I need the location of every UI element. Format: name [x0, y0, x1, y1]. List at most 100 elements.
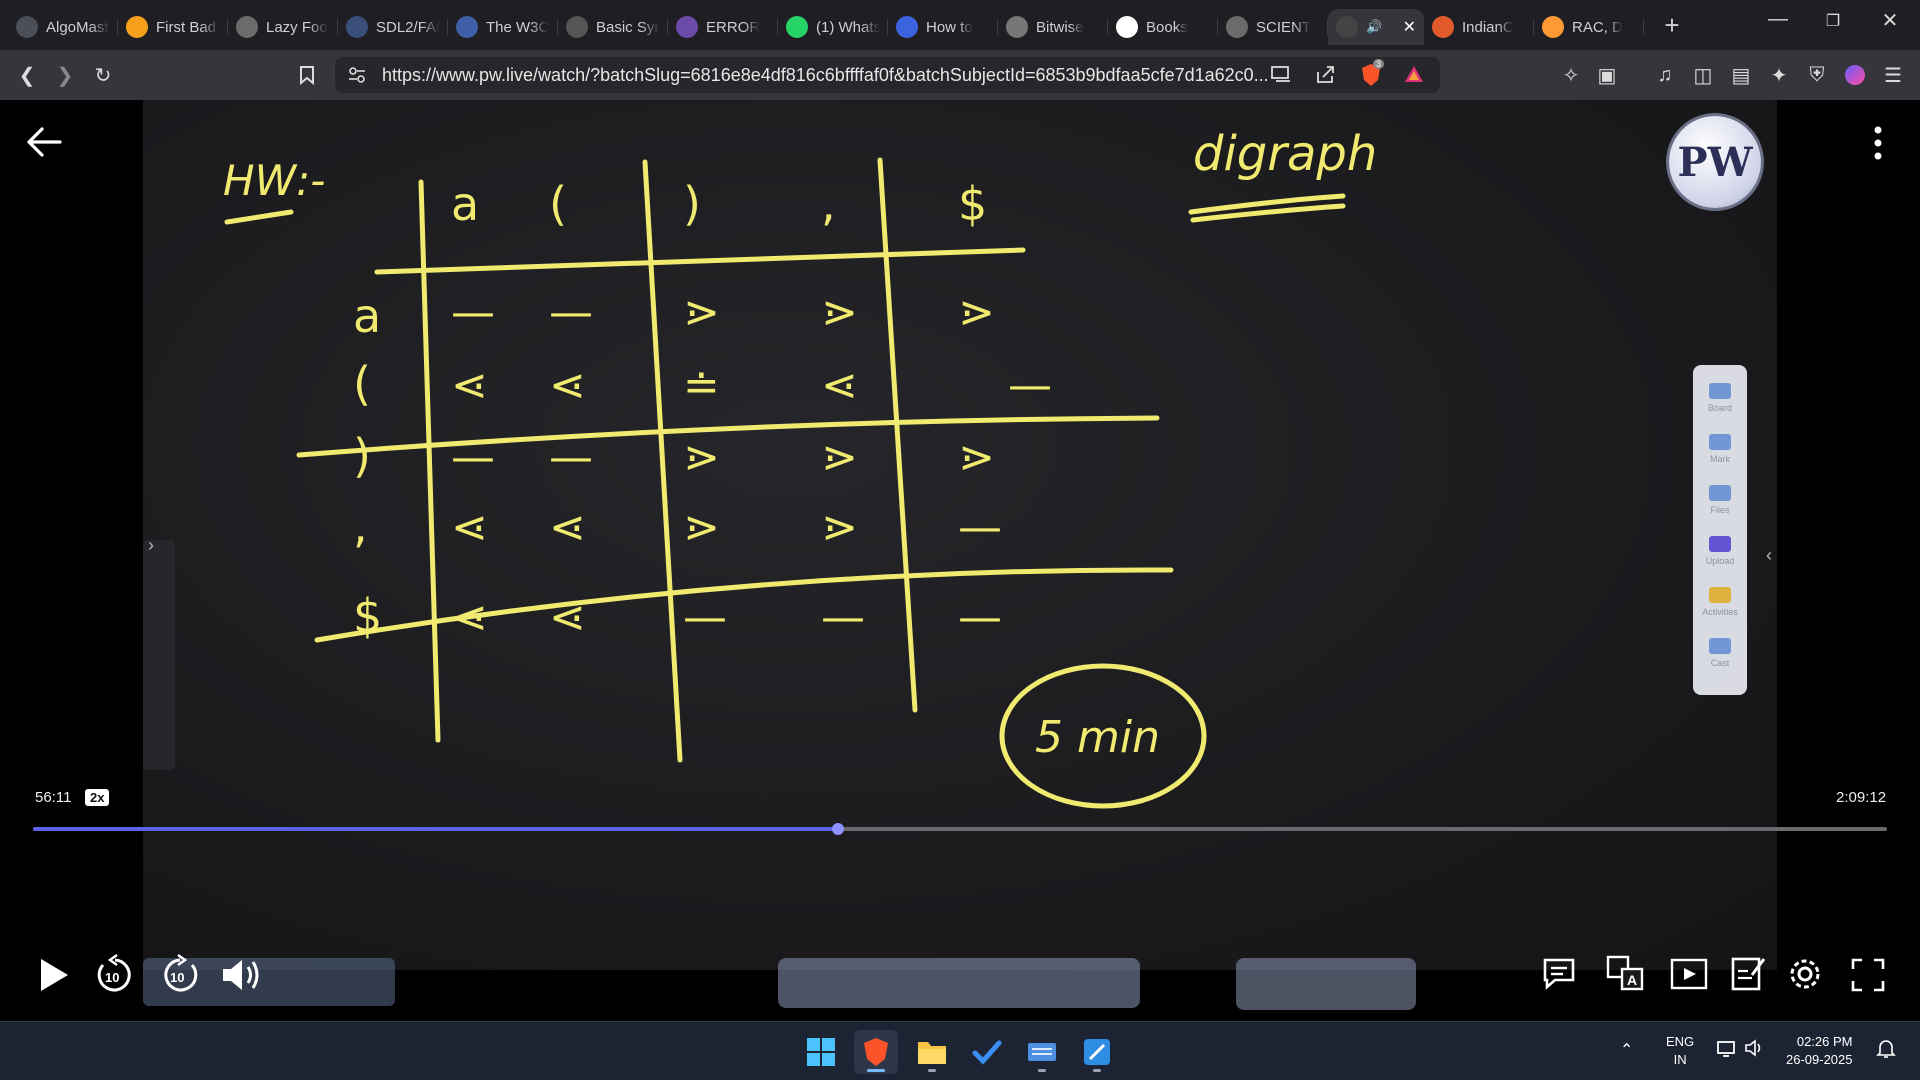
total-duration: 2:09:12 — [1836, 789, 1887, 806]
precedence-cell: ⋖ — [821, 360, 858, 411]
taskbar-paint[interactable] — [1075, 1030, 1119, 1074]
board-extra-toolbar — [1236, 958, 1416, 1010]
browser-tab[interactable]: AlgoMaster — [8, 9, 118, 45]
tab-title: AlgoMaster — [46, 18, 110, 36]
browser-tab[interactable]: RAC, D — [1534, 9, 1644, 45]
notification-bell-icon[interactable] — [1876, 1038, 1896, 1065]
board-left-drawer[interactable] — [143, 540, 175, 770]
precedence-cell: — — [958, 592, 1002, 643]
browser-tab[interactable]: How to — [888, 9, 998, 45]
paint-icon — [1084, 1039, 1110, 1065]
more-options-icon[interactable] — [1868, 124, 1888, 164]
precedence-cell: — — [451, 432, 495, 483]
cast-icon[interactable] — [1270, 64, 1292, 89]
side-tool-upload[interactable]: Upload — [1693, 536, 1747, 587]
side-tool-activities[interactable]: Activities — [1693, 587, 1747, 638]
browser-tab[interactable]: Lazy Foo — [228, 9, 338, 45]
chevron-left-icon[interactable]: ‹ — [1766, 545, 1772, 566]
side-tool-mark[interactable]: Mark — [1693, 434, 1747, 485]
browser-tab[interactable]: IndianC — [1424, 9, 1534, 45]
progress-scrubber[interactable] — [831, 823, 844, 835]
speaker-icon[interactable] — [1744, 1038, 1766, 1063]
leo-ai-icon[interactable]: ✦ — [1764, 60, 1794, 90]
rewind-10-button[interactable]: 10 — [95, 953, 135, 997]
windows-start-button[interactable] — [799, 1030, 843, 1074]
browser-tab[interactable]: Books — [1108, 9, 1218, 45]
markdown-icon — [566, 16, 588, 38]
tab-audio-icon[interactable]: 🔊 — [1366, 19, 1382, 35]
precedence-cell: ⋗ — [683, 432, 720, 483]
taskbar-todo[interactable] — [965, 1030, 1009, 1074]
playback-speed-button[interactable]: 2x — [85, 789, 110, 806]
reader-mode-icon[interactable]: ▣ — [1592, 60, 1622, 90]
progress-bar[interactable] — [33, 823, 1887, 835]
browser-tab[interactable]: Bitwise — [998, 9, 1108, 45]
side-tool-label: Board — [1707, 403, 1733, 413]
media-icon[interactable]: ♫ — [1650, 60, 1680, 90]
picture-in-picture-button[interactable] — [1670, 957, 1710, 993]
taskbar-brave[interactable] — [854, 1030, 898, 1074]
algomaster-icon — [16, 16, 38, 38]
fullscreen-button[interactable] — [1850, 957, 1886, 993]
browser-tab[interactable]: SDL2/FAQ — [338, 9, 448, 45]
notes-button[interactable] — [1730, 953, 1768, 993]
tray-overflow-icon[interactable]: ⌃ — [1620, 1040, 1633, 1060]
forward-nav-icon[interactable]: ❯ — [50, 60, 80, 90]
video-player[interactable]: HW:- digraph a (), $ a (), $ — — ⋗ ⋗ ⋗ ⋖ ⋖ ≐ ⋖ — — — ⋗ ⋗ ⋗ ⋖… — [0, 100, 1920, 1021]
brave-rewards-icon[interactable] — [1403, 64, 1425, 89]
forward-10-button[interactable]: 10 — [160, 953, 200, 997]
pw-logo-text: PW — [1677, 138, 1753, 186]
comments-button[interactable] — [1540, 955, 1578, 993]
browser-tab[interactable]: (1) WhatsApp — [778, 9, 888, 45]
taskbar-keyboard-app[interactable] — [1020, 1030, 1064, 1074]
side-tool-board[interactable]: Board — [1693, 383, 1747, 434]
mark-icon — [1709, 434, 1731, 450]
precedence-cell: — — [451, 287, 495, 338]
shields-count-badge: 3 — [1373, 59, 1385, 69]
tab-title: SDL2/FAQ — [376, 18, 440, 36]
side-tool-cast[interactable]: Cast — [1693, 638, 1747, 689]
browser-tab[interactable]: SCIENT — [1218, 9, 1328, 45]
new-tab-button[interactable]: + — [1654, 10, 1690, 41]
back-arrow-icon[interactable] — [24, 122, 64, 162]
site-settings-icon[interactable] — [347, 65, 367, 85]
error-site-icon — [676, 16, 698, 38]
share-icon[interactable] — [1315, 64, 1337, 89]
restore-icon[interactable]: ❐ — [1813, 11, 1853, 31]
browser-tab[interactable]: 🔊 ✕ — [1328, 9, 1424, 45]
browser-tab[interactable]: ERROR — [668, 9, 778, 45]
windows-taskbar: ⌃ ENG IN 02:26 PM 26-09-2025 — [0, 1021, 1920, 1080]
bookmark-icon[interactable] — [292, 60, 322, 90]
chevron-right-icon[interactable]: › — [148, 535, 154, 556]
brave-shields-icon[interactable]: 3 — [1359, 59, 1385, 93]
play-button[interactable] — [34, 955, 74, 995]
translate-button[interactable]: A — [1606, 955, 1646, 993]
browser-tab[interactable]: First Bad Version — [118, 9, 228, 45]
precedence-cell: ⋖ — [549, 360, 586, 411]
address-bar[interactable]: https://www.pw.live/watch/?batchSlug=681… — [335, 57, 1440, 93]
system-clock[interactable]: 02:26 PM 26-09-2025 — [1786, 1033, 1853, 1069]
bookmark-blue-icon — [896, 16, 918, 38]
volume-button[interactable] — [220, 955, 264, 995]
back-nav-icon[interactable]: ❮ — [12, 60, 42, 90]
taskbar-file-explorer[interactable] — [910, 1030, 954, 1074]
wallet-icon[interactable]: ▤ — [1726, 60, 1756, 90]
precedence-cell: — — [958, 502, 1002, 553]
reload-icon[interactable]: ↻ — [88, 60, 118, 90]
side-tool-files[interactable]: Files — [1693, 485, 1747, 536]
close-window-icon[interactable]: ✕ — [1870, 8, 1910, 33]
browser-tab[interactable]: Basic Syntax — [558, 9, 668, 45]
network-icon[interactable] — [1716, 1039, 1738, 1064]
language-indicator[interactable]: ENG IN — [1666, 1033, 1694, 1069]
browser-tab[interactable]: The W3C — [448, 9, 558, 45]
profile-icon[interactable] — [1840, 60, 1870, 90]
vpn-icon[interactable]: ⛨ — [1802, 60, 1832, 90]
tab-close-icon[interactable]: ✕ — [1403, 17, 1416, 37]
side-tool-label: Cast — [1710, 658, 1730, 668]
precedence-cell: ⋗ — [683, 502, 720, 553]
extensions-icon[interactable]: ✧ — [1556, 60, 1586, 90]
minimize-icon[interactable]: — — [1758, 8, 1798, 31]
menu-icon[interactable]: ☰ — [1878, 60, 1908, 90]
sidebar-toggle-icon[interactable]: ◫ — [1688, 60, 1718, 90]
settings-button[interactable] — [1786, 955, 1824, 993]
